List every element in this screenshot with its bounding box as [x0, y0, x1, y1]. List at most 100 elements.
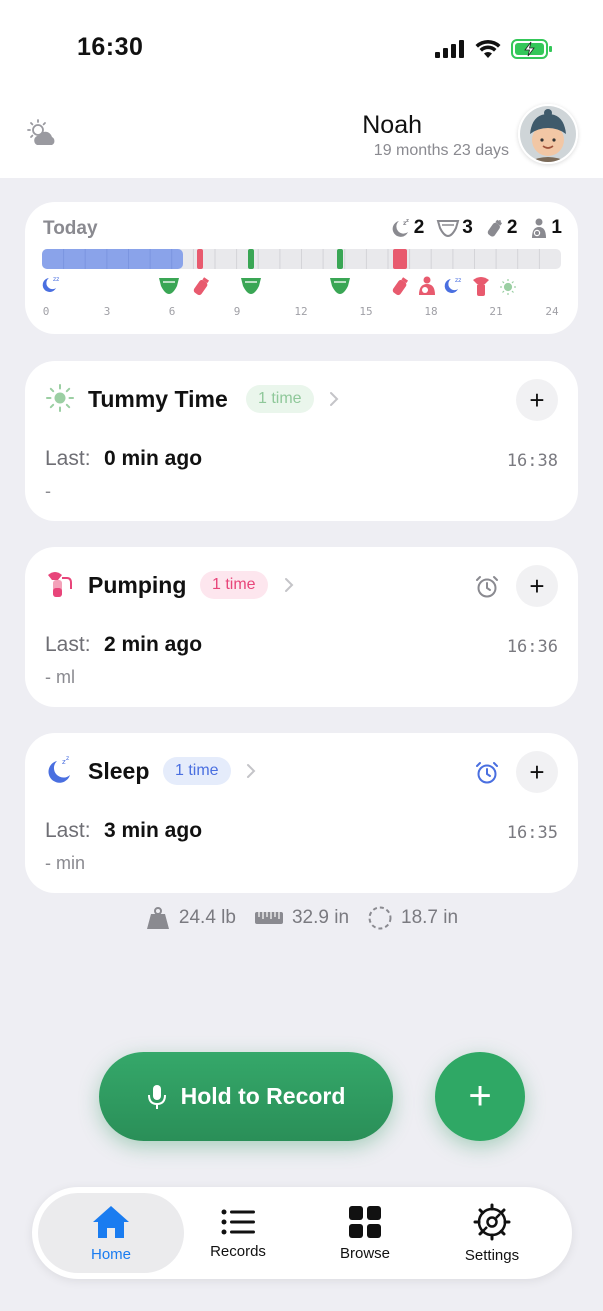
list-icon — [221, 1209, 255, 1234]
status-icons — [435, 36, 553, 62]
grid-icon — [349, 1205, 381, 1238]
last-value: 3 min ago — [104, 819, 203, 842]
head-value: 18.7 in — [401, 907, 459, 928]
sun-icon — [46, 384, 74, 412]
add-tummy-time-button[interactable]: + — [516, 379, 558, 421]
diaper-count: 3 — [436, 217, 473, 239]
detail-text: - ml — [45, 667, 75, 687]
profile-name[interactable]: Noah — [362, 111, 422, 140]
last-value: 0 min ago — [104, 447, 203, 470]
tab-browse[interactable]: Browse — [292, 1193, 438, 1273]
axis-tick: 18 — [424, 305, 437, 318]
bottle-count: 2 — [485, 217, 518, 239]
diaper-marker-icon — [330, 278, 350, 294]
ruler-icon — [254, 912, 283, 924]
tab-label: Browse — [339, 1244, 391, 1262]
tab-settings[interactable]: Settings — [419, 1193, 565, 1273]
axis-tick: 24 — [545, 305, 559, 318]
alarm-clock-icon[interactable] — [474, 574, 500, 600]
nursing-icon — [532, 218, 547, 238]
svg-text:zz: zz — [455, 277, 461, 284]
axis-tick: 6 — [169, 305, 176, 318]
nursing-count: 1 — [529, 217, 562, 239]
last-time: 16:36 — [506, 637, 558, 657]
partly-cloudy-icon[interactable] — [26, 118, 60, 152]
head-measure: 18.7 in — [367, 905, 458, 931]
detail-text: - — [45, 481, 51, 501]
feeding-marker — [197, 249, 203, 269]
diaper-marker — [337, 249, 343, 269]
last-time: 16:38 — [506, 451, 558, 471]
count-badge[interactable]: 1 time — [200, 571, 268, 599]
count-badge[interactable]: 1 time — [246, 385, 314, 413]
card-title: Pumping — [88, 572, 187, 598]
breast-pump-icon — [48, 572, 72, 597]
axis-tick: 3 — [104, 305, 111, 318]
avatar[interactable] — [518, 104, 578, 164]
add-entry-button[interactable]: + — [435, 1052, 525, 1141]
last-label: Last: — [45, 447, 91, 470]
hold-to-record-button[interactable]: Hold to Record — [99, 1052, 393, 1141]
sleep-moon-icon: z z — [48, 755, 70, 783]
tab-bar: Home Records Browse Settings — [32, 1187, 572, 1279]
gear-icon — [473, 1203, 511, 1240]
axis-tick: 9 — [234, 305, 241, 318]
sleep-count: z z 2 — [390, 217, 425, 239]
tab-label: Records — [210, 1242, 266, 1260]
tab-label: Settings — [464, 1246, 520, 1264]
tab-records[interactable]: Records — [165, 1193, 311, 1273]
wifi-icon — [475, 39, 501, 58]
nursing-count-value: 1 — [551, 217, 562, 238]
diaper-marker-icon — [159, 278, 179, 294]
sleep-count-value: 2 — [413, 217, 425, 238]
diaper-icon — [436, 220, 460, 238]
profile-age: 19 months 23 days — [373, 142, 509, 159]
axis-tick: 15 — [359, 305, 372, 318]
bottle-icon — [487, 219, 502, 237]
axis-tick: 0 — [43, 305, 50, 318]
last-value: 2 min ago — [104, 633, 203, 656]
measurements-row[interactable]: 24.4 lb 32.9 in 18.7 in — [0, 905, 603, 931]
svg-text:zz: zz — [53, 276, 59, 283]
today-counts: z z 2 3 2 1 — [390, 217, 562, 239]
battery-charging-icon — [511, 39, 552, 59]
tummy-time-card[interactable]: Tummy Time 1 time + Last: 0 min ago 16:3… — [25, 361, 578, 521]
last-label: Last: — [45, 819, 91, 842]
add-sleep-button[interactable]: + — [516, 751, 558, 793]
diaper-marker-icon — [241, 278, 261, 294]
nursing-marker-icon — [419, 276, 435, 295]
tab-home[interactable]: Home — [38, 1193, 184, 1273]
diaper-count-value: 3 — [462, 217, 473, 238]
detail-text: - min — [45, 853, 85, 873]
record-label: Hold to Record — [180, 1083, 346, 1109]
weight-icon — [146, 907, 169, 929]
add-pumping-button[interactable]: + — [516, 565, 558, 607]
microphone-icon — [147, 1084, 166, 1109]
height-value: 32.9 in — [291, 907, 350, 928]
pumping-marker — [393, 249, 407, 269]
svg-text:z: z — [406, 218, 409, 224]
weight-measure: 24.4 lb — [145, 905, 236, 931]
pump-marker-icon — [473, 277, 489, 296]
head-circumference-icon — [368, 906, 392, 930]
chevron-right-icon[interactable] — [283, 575, 295, 595]
alarm-clock-icon[interactable] — [474, 760, 500, 786]
sleep-card[interactable]: z z Sleep 1 time + Last: 3 min ago 16:35… — [25, 733, 578, 893]
house-icon — [93, 1205, 129, 1238]
bottle-marker-icon — [193, 277, 210, 296]
header-background — [0, 0, 603, 178]
status-time: 16:30 — [77, 33, 144, 61]
count-badge[interactable]: 1 time — [163, 757, 231, 785]
pumping-card[interactable]: Pumping 1 time + Last: 2 min ago 16:36 -… — [25, 547, 578, 707]
last-label: Last: — [45, 633, 91, 656]
chevron-right-icon[interactable] — [328, 389, 340, 409]
card-title: Sleep — [88, 758, 150, 784]
sleep-marker-icon: zz — [444, 277, 461, 293]
sleep-marker-icon: zz — [42, 276, 59, 292]
chevron-right-icon[interactable] — [245, 761, 257, 781]
tummy-time-marker-icon — [500, 279, 516, 295]
tab-label: Home — [90, 1245, 131, 1263]
bottle-count-value: 2 — [506, 217, 518, 238]
today-summary-card[interactable]: Today z z 2 3 2 1 zz zz 0 3 6 9 12 15 18… — [25, 202, 578, 334]
day-timeline[interactable]: zz zz 0 3 6 9 12 15 18 21 24 — [25, 242, 578, 322]
